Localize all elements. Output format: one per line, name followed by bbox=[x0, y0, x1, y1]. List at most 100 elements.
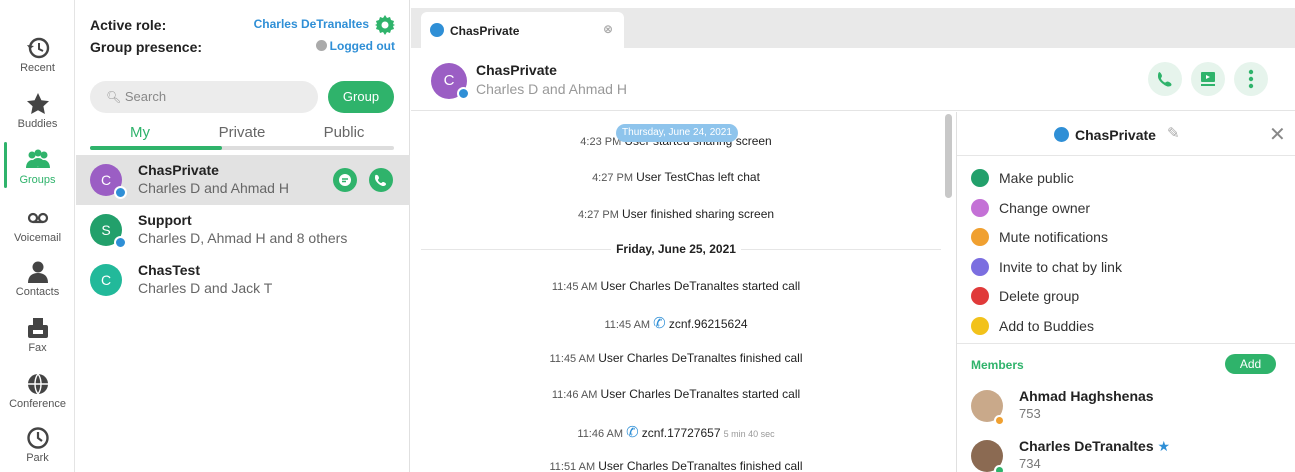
nav-fax[interactable]: Fax bbox=[0, 316, 75, 354]
nav-label: Groups bbox=[19, 174, 56, 186]
presence-text: Logged out bbox=[329, 39, 395, 53]
nav-label: Recent bbox=[20, 62, 55, 74]
presence-dot-icon bbox=[315, 40, 327, 51]
msg-time: 11:45 AM bbox=[551, 281, 598, 293]
action-label: Invite to chat by link bbox=[999, 259, 1122, 275]
share-screen-button[interactable] bbox=[1191, 62, 1225, 96]
group-details-panel: ChasPrivate ✎ ✕ Make public Change owner… bbox=[956, 112, 1295, 472]
new-group-button[interactable]: Group bbox=[328, 81, 394, 113]
nav-groups[interactable]: Groups bbox=[0, 142, 75, 188]
action-label: Add to Buddies bbox=[999, 318, 1094, 334]
nav-park[interactable]: Park bbox=[0, 426, 75, 464]
search-input[interactable]: 🔍︎ Search bbox=[90, 81, 318, 113]
chat-icon bbox=[339, 174, 351, 186]
close-icon[interactable]: ✕ bbox=[1269, 122, 1286, 147]
star-icon bbox=[26, 93, 49, 114]
status-dot bbox=[994, 415, 1005, 426]
globe-icon bbox=[27, 373, 48, 395]
call-button[interactable] bbox=[1148, 62, 1182, 96]
group-presence-value[interactable]: Logged out bbox=[315, 39, 395, 53]
msg-text: User Charles DeTranaltes started call bbox=[600, 279, 801, 293]
mute-icon bbox=[971, 228, 989, 246]
delete-group-action[interactable]: Delete group bbox=[971, 286, 1291, 308]
invite-link-action[interactable]: Invite to chat by link bbox=[971, 257, 1291, 279]
lock-icon bbox=[457, 87, 470, 100]
active-role-value[interactable]: Charles DeTranaltes bbox=[254, 17, 369, 31]
tab-public[interactable]: Public bbox=[294, 124, 394, 141]
avatar: C bbox=[90, 264, 122, 296]
group-members: Charles D, Ahmad H and 8 others bbox=[138, 230, 348, 246]
chat-tab[interactable]: ChasPrivate ⊗ bbox=[421, 12, 624, 50]
nav-voicemail[interactable]: Voicemail bbox=[0, 206, 75, 244]
nav-contacts[interactable]: Contacts bbox=[0, 260, 75, 298]
change-owner-action[interactable]: Change owner bbox=[971, 198, 1291, 220]
call-outgoing-icon: ✆ bbox=[626, 424, 639, 441]
add-member-button[interactable]: Add bbox=[1225, 354, 1276, 374]
group-list-item[interactable]: S Support Charles D, Ahmad H and 8 other… bbox=[76, 205, 410, 255]
nav-buddies[interactable]: Buddies bbox=[0, 92, 75, 130]
msg-text: User Charles DeTranaltes finished call bbox=[598, 351, 803, 365]
group-list-item[interactable]: C ChasPrivate Charles D and Ahmad H bbox=[76, 155, 410, 205]
history-icon bbox=[26, 37, 49, 59]
member-name: Ahmad Haghshenas bbox=[1019, 388, 1154, 404]
action-label: Change owner bbox=[999, 200, 1091, 216]
message-list[interactable]: 4:23 PM User started sharing screen Thur… bbox=[411, 112, 956, 472]
lock-icon bbox=[114, 236, 127, 249]
call-message[interactable]: 11:46 AM ✆ zcnf.17727657 5 min 40 sec bbox=[411, 423, 941, 441]
tab-my[interactable]: My bbox=[90, 124, 190, 141]
active-role-row: Active role: Charles DeTranaltes bbox=[90, 15, 395, 35]
lock-icon bbox=[1054, 127, 1069, 142]
more-options-button[interactable] bbox=[1234, 62, 1268, 96]
call-button[interactable] bbox=[369, 168, 393, 192]
call-duration: 5 min 40 sec bbox=[723, 429, 775, 439]
member-item[interactable]: Charles DeTranaltes ★ 734 bbox=[971, 436, 1291, 472]
lock-icon bbox=[114, 186, 127, 199]
chat-subtitle: Charles D and Ahmad H bbox=[476, 81, 627, 97]
close-tab-icon[interactable]: ⊗ bbox=[603, 22, 613, 36]
nav-label: Park bbox=[26, 452, 49, 464]
tab-private[interactable]: Private bbox=[192, 124, 292, 141]
msg-text: User Charles DeTranaltes finished call bbox=[598, 459, 803, 472]
msg-time: 11:45 AM bbox=[549, 353, 596, 365]
msg-time: 11:46 AM bbox=[551, 389, 598, 401]
more-vertical-icon bbox=[1248, 69, 1254, 89]
system-message: 11:45 AM User Charles DeTranaltes finish… bbox=[411, 351, 941, 365]
group-name: ChasPrivate bbox=[138, 162, 219, 178]
search-placeholder: Search bbox=[124, 89, 167, 104]
msg-time: 4:27 PM bbox=[592, 172, 634, 184]
lock-icon bbox=[971, 169, 989, 187]
chat-title: ChasPrivate bbox=[476, 62, 557, 78]
msg-text: User TestChas left chat bbox=[636, 170, 760, 184]
voicemail-icon bbox=[27, 212, 48, 224]
group-list-item[interactable]: C ChasTest Charles D and Jack T bbox=[76, 255, 410, 305]
member-name: Charles DeTranaltes ★ bbox=[1019, 438, 1170, 455]
chat-button[interactable] bbox=[333, 168, 357, 192]
group-tabs: My Private Public bbox=[90, 124, 394, 152]
nav-recent[interactable]: Recent bbox=[0, 36, 75, 74]
person-icon bbox=[27, 261, 48, 283]
system-message: 11:45 AM User Charles DeTranaltes starte… bbox=[411, 279, 941, 293]
msg-text: zcnf.96215624 bbox=[668, 317, 748, 331]
details-title: ChasPrivate bbox=[1075, 127, 1156, 143]
mute-notifications-action[interactable]: Mute notifications bbox=[971, 227, 1291, 249]
member-extension: 734 bbox=[1019, 456, 1041, 471]
make-public-action[interactable]: Make public bbox=[971, 168, 1291, 190]
member-item[interactable]: Ahmad Haghshenas 753 bbox=[971, 386, 1291, 428]
gear-icon[interactable] bbox=[375, 15, 395, 35]
msg-time: 11:46 AM bbox=[577, 428, 624, 440]
fax-icon bbox=[27, 318, 48, 338]
date-pill: Thursday, June 24, 2021 bbox=[616, 124, 738, 142]
group-members: Charles D and Jack T bbox=[138, 280, 273, 296]
lock-icon bbox=[430, 23, 444, 37]
link-icon bbox=[971, 258, 989, 276]
details-header: ChasPrivate ✎ ✕ bbox=[957, 112, 1295, 156]
edit-icon[interactable]: ✎ bbox=[1167, 124, 1180, 142]
chat-tab-title: ChasPrivate bbox=[450, 24, 520, 38]
msg-text: User finished sharing screen bbox=[621, 207, 775, 221]
add-to-buddies-action[interactable]: Add to Buddies bbox=[971, 316, 1291, 338]
chat-tab-strip: ChasPrivate ⊗ bbox=[411, 8, 1295, 50]
msg-time: 11:45 AM bbox=[604, 319, 651, 331]
call-message[interactable]: 11:45 AM ✆ zcnf.96215624 bbox=[411, 314, 941, 332]
nav-conference[interactable]: Conference bbox=[0, 372, 75, 410]
scrollbar[interactable] bbox=[945, 114, 952, 198]
